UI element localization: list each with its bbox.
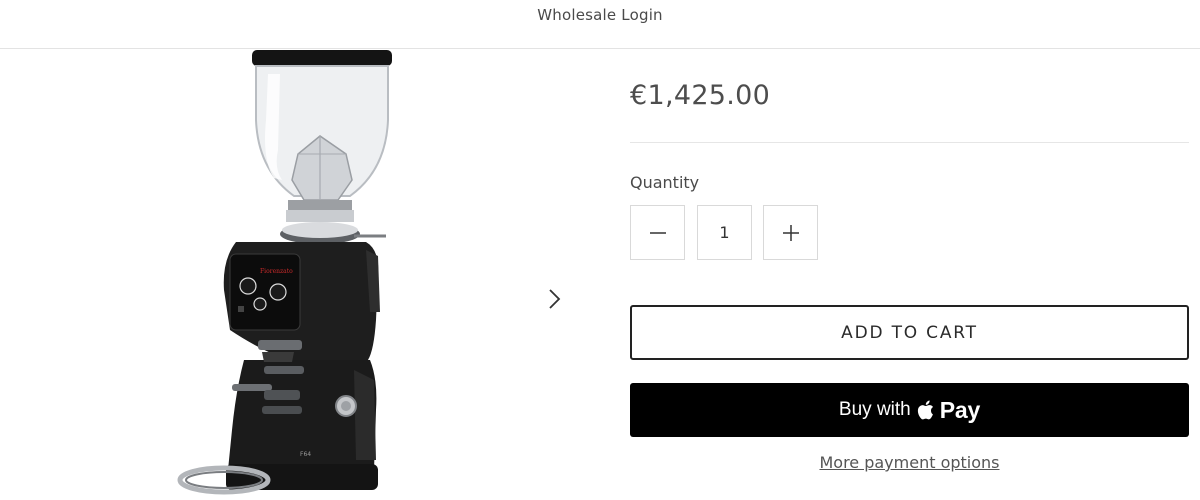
chevron-right-icon <box>549 289 561 309</box>
buy-with-label: Buy with <box>838 399 911 420</box>
quantity-increase-button[interactable] <box>763 205 818 260</box>
add-to-cart-button[interactable]: ADD TO CART <box>630 305 1189 360</box>
apple-logo-icon <box>917 400 934 420</box>
svg-text:Fiorenzato: Fiorenzato <box>260 268 293 275</box>
quantity-label: Quantity <box>630 173 700 192</box>
more-payment-options-link[interactable]: More payment options <box>630 453 1189 472</box>
product-gallery: Fiorenzato F64 <box>0 50 600 500</box>
product-image: Fiorenzato F64 <box>177 50 392 495</box>
quantity-input[interactable] <box>697 205 752 260</box>
wholesale-login-link[interactable]: Wholesale Login <box>0 6 1200 24</box>
minus-icon <box>649 231 666 234</box>
next-image-button[interactable] <box>540 284 570 314</box>
quantity-decrease-button[interactable] <box>630 205 685 260</box>
svg-text:F64: F64 <box>300 451 311 458</box>
apple-pay-button[interactable]: Buy with Pay <box>630 383 1189 437</box>
top-bar: Wholesale Login <box>0 0 1200 49</box>
plus-icon <box>782 224 799 241</box>
product-price: €1,425.00 <box>630 80 771 111</box>
divider <box>630 142 1189 143</box>
pay-label: Pay <box>939 396 981 423</box>
